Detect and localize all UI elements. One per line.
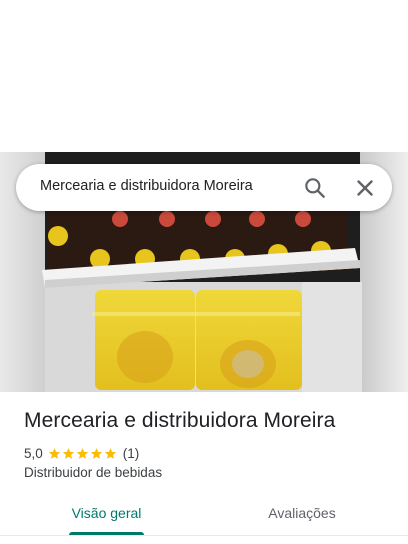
rating-value: 5,0 (24, 445, 43, 461)
star-icon (62, 447, 74, 459)
tabs-divider (0, 535, 408, 536)
search-bar[interactable]: Mercearia e distribuidora Moreira (16, 164, 392, 211)
close-icon[interactable] (352, 175, 378, 201)
tab-overview[interactable]: Visão geral (69, 496, 144, 536)
star-icon (48, 447, 60, 459)
place-title: Mercearia e distribuidora Moreira (24, 409, 336, 432)
search-query-text[interactable]: Mercearia e distribuidora Moreira (40, 178, 253, 194)
rating-count[interactable]: (1) (123, 446, 140, 461)
search-icon[interactable] (302, 175, 328, 201)
star-icon (104, 447, 116, 459)
star-icon (76, 447, 88, 459)
star-icon (90, 447, 102, 459)
tab-reviews[interactable]: Avaliações (264, 496, 340, 536)
place-category: Distribuidor de bebidas (24, 465, 163, 480)
place-tabs: Visão geral Avaliações (0, 496, 408, 536)
rating-stars (48, 447, 118, 460)
rating-row[interactable]: 5,0 (1) (24, 444, 139, 462)
